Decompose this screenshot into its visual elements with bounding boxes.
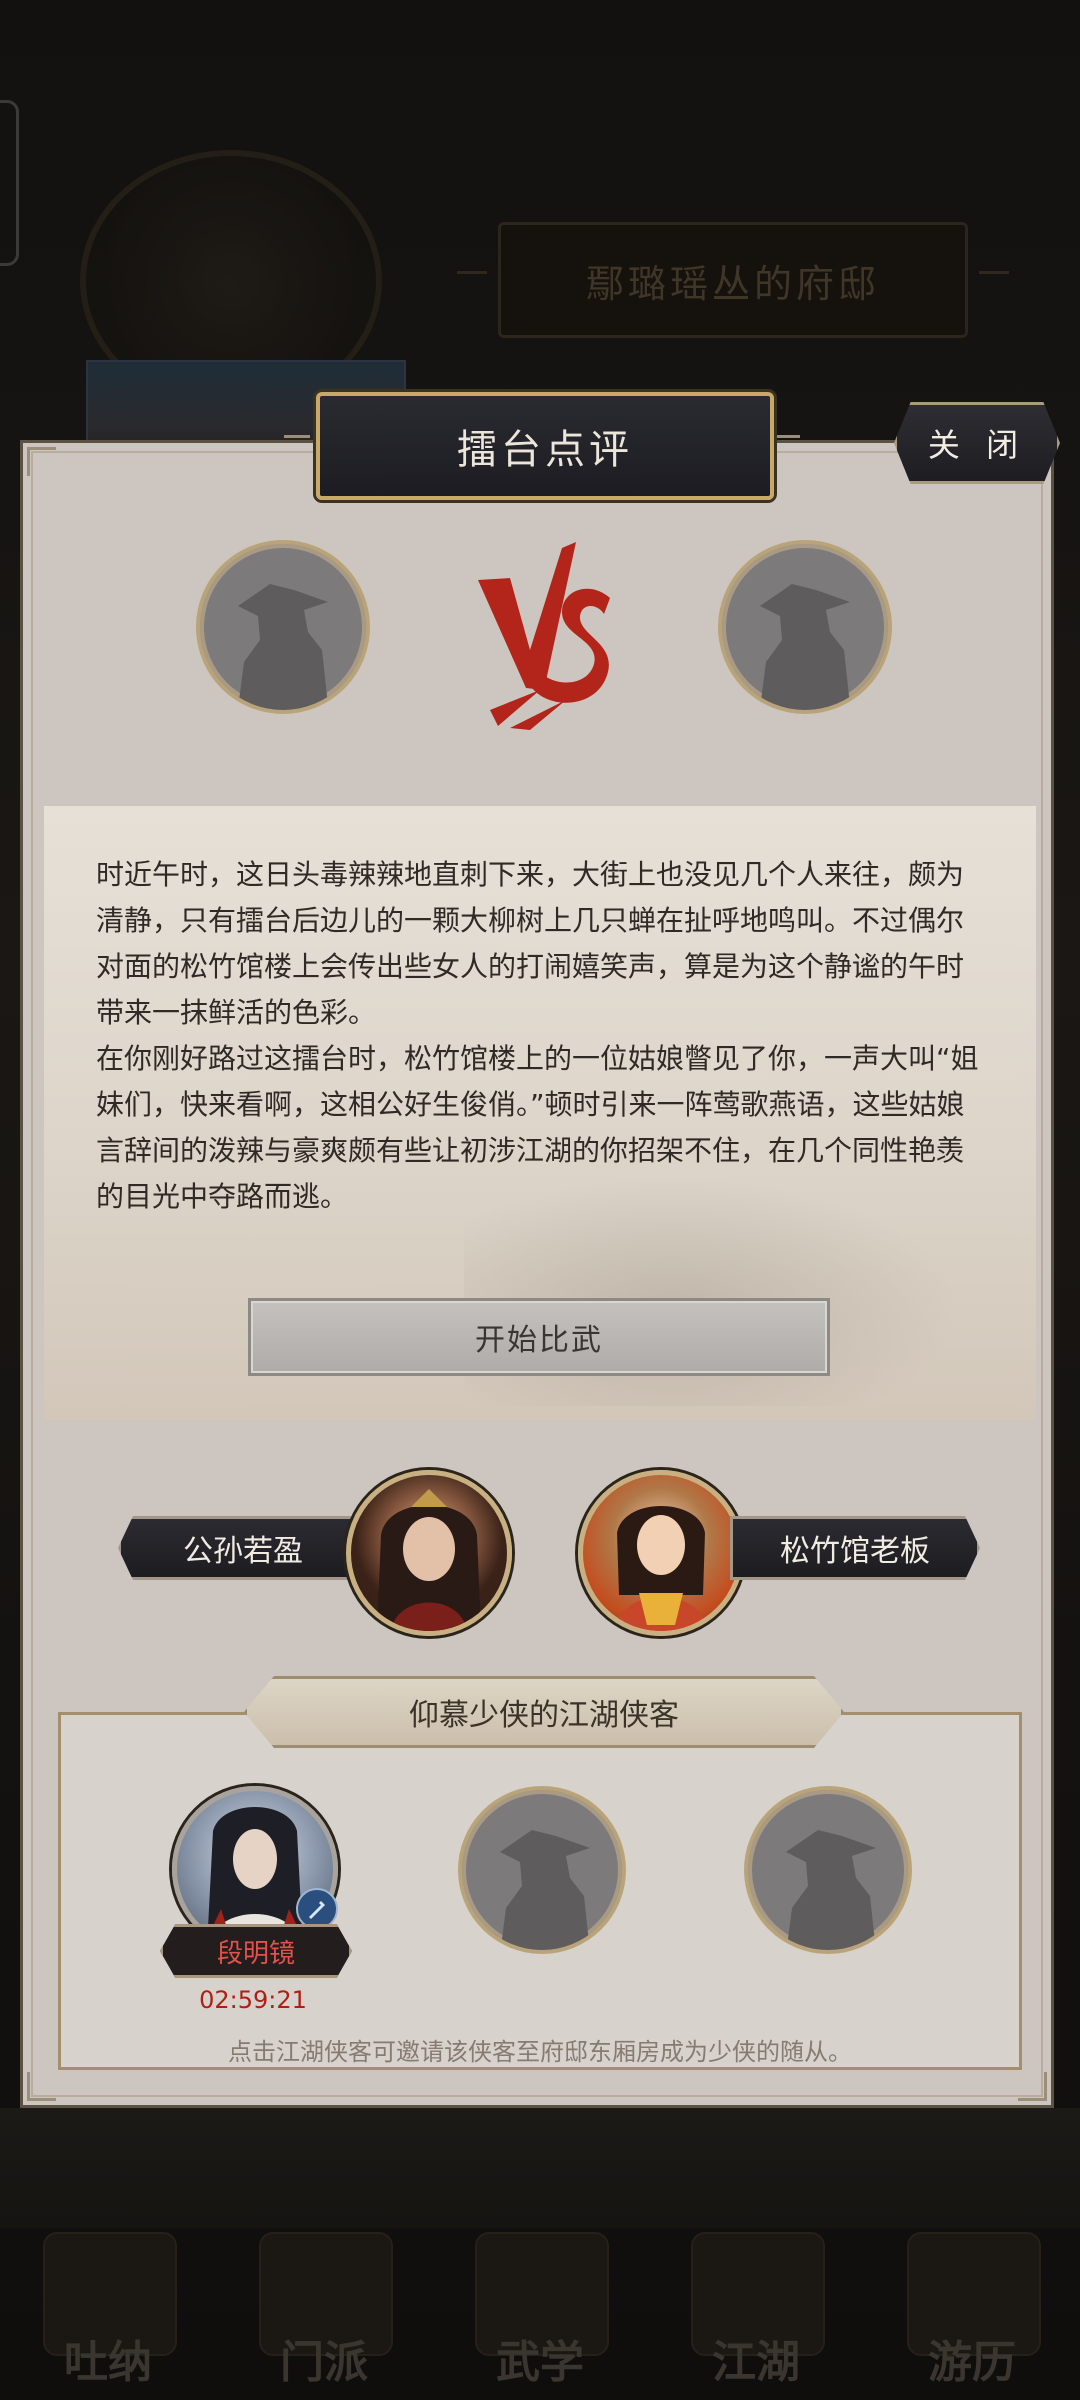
fighter-right-name: 松竹馆老板 — [780, 1534, 930, 1569]
modal-title-plate: 擂台点评 — [316, 392, 774, 500]
silhouette-icon — [759, 584, 851, 710]
nav-item-martial-arts[interactable]: 武学 — [432, 2228, 648, 2400]
nav-label: 武学 — [496, 2337, 584, 2388]
start-duel-button[interactable]: 开始比武 — [248, 1298, 830, 1376]
corner-ornament — [27, 2072, 56, 2101]
fighter-left-name-plate: 公孙若盈 — [118, 1516, 368, 1580]
silhouette-icon — [500, 1830, 590, 1950]
silhouette-icon — [786, 1830, 876, 1950]
vs-icon — [478, 542, 610, 730]
fighter-right-name-plate: 松竹馆老板 — [730, 1516, 980, 1580]
silhouette-icon — [237, 584, 329, 710]
bottom-nav: 吐纳 门派 武学 江湖 游历 — [0, 2228, 1080, 2400]
nav-item-sect[interactable]: 门派 — [216, 2228, 432, 2400]
close-button[interactable]: 关 闭 — [894, 402, 1060, 484]
nav-item-jianghu[interactable]: 江湖 — [648, 2228, 864, 2400]
nav-label: 吐纳 — [64, 2337, 152, 2388]
story-paragraph: 在你刚好路过这擂台时，松竹馆楼上的一位姑娘瞥见了你，一声大叫“姐妹们，快来看啊，… — [96, 1042, 979, 1213]
side-tab — [0, 100, 19, 266]
character-portrait-icon — [613, 1506, 709, 1631]
sword-badge-icon — [296, 1888, 338, 1930]
invite-hint: 点击江湖侠客可邀请该侠客至府邸东厢房成为少侠的随从。 — [228, 2038, 852, 2066]
start-duel-label: 开始比武 — [475, 1323, 603, 1358]
fighter-left-placeholder — [196, 540, 370, 714]
fighter-right-placeholder — [718, 540, 892, 714]
corner-ornament — [27, 447, 56, 476]
admiring-knights-title: 仰慕少侠的江湖侠客 — [409, 1698, 679, 1733]
nav-item-breathing[interactable]: 吐纳 — [0, 2228, 216, 2400]
title-wing-left — [284, 435, 310, 452]
nav-label: 江湖 — [712, 2337, 800, 2388]
fighter-left-portrait[interactable] — [346, 1470, 512, 1636]
residence-title: 鄢璐瑶丛的府邸 — [585, 261, 880, 306]
character-portrait-icon — [377, 1489, 481, 1631]
knight-timer: 02:59:21 — [199, 1986, 307, 2014]
story-text: 时近午时，这日头毒辣辣地直刺下来，大街上也没见几个人来往，颇为清静，只有擂台后边… — [96, 852, 984, 1220]
knight-name: 段明镜 — [216, 1938, 295, 1969]
modal-title: 擂台点评 — [457, 427, 633, 473]
nav-label: 游历 — [928, 2337, 1016, 2388]
background-strip — [0, 2108, 1080, 2228]
close-button-label: 关 闭 — [927, 426, 1027, 464]
corner-ornament — [1018, 2072, 1047, 2101]
story-paragraph: 时近午时，这日头毒辣辣地直刺下来，大街上也没见几个人来往，颇为清静，只有擂台后边… — [96, 858, 965, 1029]
sword-icon — [309, 1901, 325, 1919]
knight-slot-3[interactable] — [744, 1786, 912, 1954]
admiring-knights-title-plate: 仰慕少侠的江湖侠客 — [244, 1676, 844, 1748]
residence-title-plate: 鄢璐瑶丛的府邸 — [457, 222, 1009, 338]
knight-name-plate: 段明镜 — [160, 1924, 352, 1978]
title-wing-right — [774, 435, 800, 452]
knight-slot-2[interactable] — [458, 1786, 626, 1954]
nav-item-travel[interactable]: 游历 — [864, 2228, 1080, 2400]
fighter-right-portrait[interactable] — [578, 1470, 744, 1636]
nav-label: 门派 — [280, 2337, 368, 2388]
fighter-left-name: 公孙若盈 — [183, 1534, 303, 1569]
